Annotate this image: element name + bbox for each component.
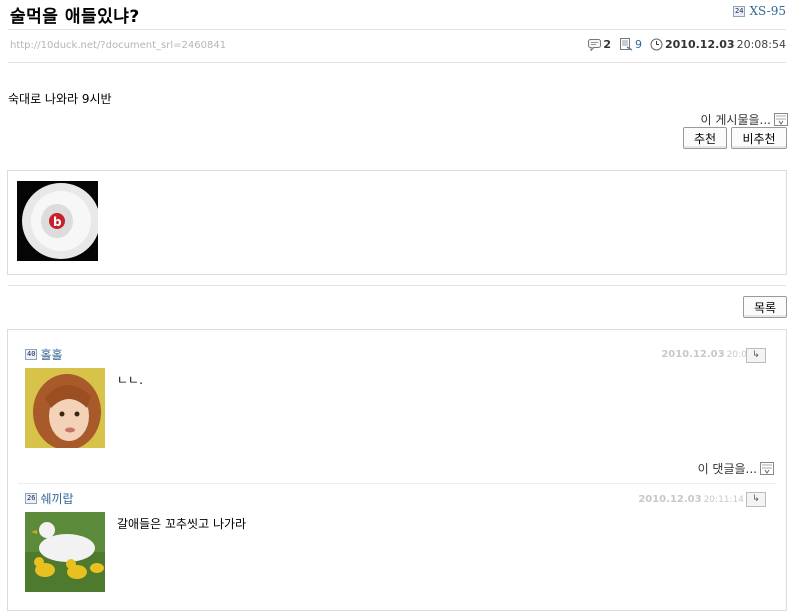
clock-icon — [650, 38, 663, 51]
recommend-button[interactable]: 추천 — [683, 127, 727, 149]
comment-menu-link[interactable]: 이 댓글을... — [698, 460, 774, 477]
author-signature-image: b — [17, 181, 98, 261]
signature-box — [7, 170, 787, 275]
reply-arrow-icon[interactable]: ↳ — [746, 348, 766, 363]
comment-author[interactable]: 26 쉐끼랍 — [25, 490, 74, 507]
author-name[interactable]: XS-95 — [749, 4, 786, 18]
post-menu-link[interactable]: 이 게시물을... — [701, 111, 788, 128]
svg-text:b: b — [53, 215, 62, 229]
divider — [8, 29, 786, 30]
comment-text: ㄴㄴ. — [117, 373, 143, 387]
level-badge-icon: 26 — [25, 493, 38, 504]
post-meta: 2 9 2010.12.03 20:08:54 — [588, 38, 786, 51]
comment-count: 2 — [588, 38, 611, 51]
unrecommend-button[interactable]: 비추천 — [731, 127, 787, 149]
post-content: 숙대로 나와라 9시반 — [8, 92, 112, 106]
comment-text: 갈애들은 꼬추씻고 나가라 — [117, 517, 247, 531]
document-icon — [620, 38, 633, 51]
comment-avatar — [25, 368, 105, 448]
comment-datetime: 2010.12.03 20:11:14 — [638, 494, 744, 505]
read-count: 9 — [619, 38, 642, 51]
comment-author[interactable]: 40 홀홀 — [25, 346, 63, 363]
list-button[interactable]: 목록 — [743, 296, 787, 318]
divider — [8, 62, 786, 63]
document-menu-icon — [774, 113, 788, 126]
reply-arrow-icon[interactable]: ↳ — [746, 492, 766, 507]
post-author[interactable]: 24 XS-95 — [733, 4, 786, 18]
divider — [8, 285, 786, 286]
document-menu-icon — [760, 462, 774, 475]
level-badge-icon: 24 — [733, 5, 746, 17]
level-badge-icon: 40 — [25, 349, 38, 360]
comment-avatar — [25, 512, 105, 592]
post-url[interactable]: http://10duck.net/?document_srl=2460841 — [10, 40, 226, 51]
comment-divider — [18, 483, 776, 484]
speech-bubble-icon — [588, 38, 602, 51]
post-title: 술먹을 애들있냐? — [10, 7, 140, 27]
post-datetime: 2010.12.03 20:08:54 — [650, 38, 786, 51]
